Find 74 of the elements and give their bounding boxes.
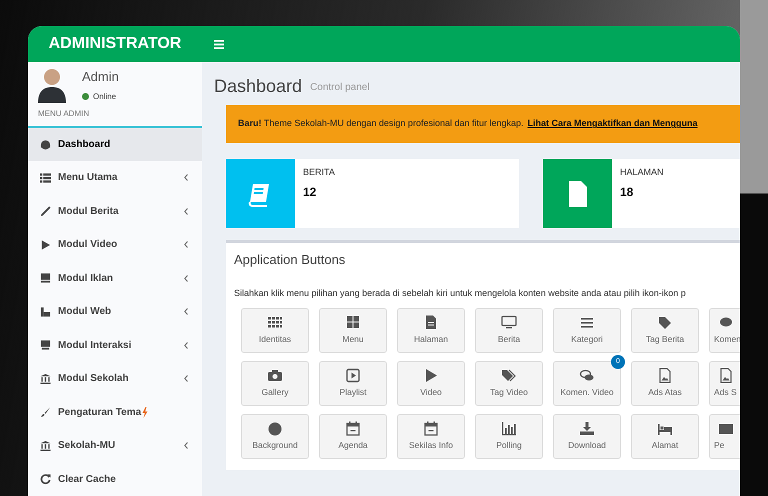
chevron-left-icon (184, 274, 188, 282)
panel-intro: Silahkan klik menu pilihan yang berada di sebelah kiri untuk mengelola konten website anda atau pilih ikon-ikon p (234, 286, 687, 300)
download-icon (579, 421, 595, 436)
chat-bubbles-icon (579, 368, 595, 384)
calendar-icon (345, 421, 361, 436)
app-button[interactable]: Alamat (631, 414, 699, 459)
chevron-left-icon (184, 241, 188, 248)
play-icon (423, 368, 439, 384)
app-button[interactable]: Tag Berita (631, 308, 699, 353)
app-button[interactable]: Berita (475, 308, 543, 353)
app-button[interactable]: Komen (709, 308, 740, 353)
app-button[interactable]: Sekilas Info (397, 414, 465, 459)
bank-icon (40, 372, 51, 385)
stat-label: HALAMAN (620, 166, 664, 179)
chevron-left-icon (184, 308, 188, 316)
stat-value: 12 (303, 184, 318, 200)
app-button[interactable]: Ads S (709, 361, 740, 406)
status-text: Online (93, 90, 116, 103)
app-button[interactable]: Kategori (553, 308, 621, 353)
refresh-icon (40, 473, 51, 486)
app-button[interactable]: Video (397, 361, 465, 406)
app-button[interactable]: Identitas (241, 308, 309, 353)
alert-text: Baru! Theme Sekolah-MU dengan design profesional dan fitur lengkap. (238, 117, 524, 130)
grid-icon (267, 315, 283, 330)
app-button[interactable]: Menu (319, 308, 387, 353)
app-button[interactable]: Download (553, 414, 621, 459)
brush-icon (40, 406, 51, 418)
chevron-left-icon (184, 342, 188, 349)
chevron-left-icon (184, 174, 188, 182)
chevron-left-icon (184, 375, 188, 382)
app-button[interactable]: Ads Atas (631, 361, 699, 406)
pencil-icon (40, 205, 51, 218)
circle-icon (267, 421, 283, 436)
app-button[interactable]: Pe (709, 414, 740, 459)
sidebar-item[interactable]: Dashboard (28, 128, 202, 161)
page-subtitle: Control panel (310, 81, 370, 95)
tiles-icon (345, 315, 361, 330)
list-icon (40, 172, 51, 184)
file-icon (423, 315, 439, 330)
app-button[interactable]: Gallery (241, 361, 309, 406)
bar-chart-icon (501, 421, 517, 436)
monitor-icon (40, 339, 51, 352)
menu-heading: MENU ADMIN (38, 108, 90, 120)
stat-label: BERITA (303, 166, 335, 179)
stat-value: 18 (620, 184, 634, 200)
monitor-icon (40, 272, 51, 284)
tags-icon (501, 368, 517, 384)
tag-icon (657, 315, 673, 330)
app-button[interactable]: Agenda (319, 414, 387, 459)
alert-link[interactable]: Lihat Cara Mengaktifkan dan Mengguna (528, 117, 698, 131)
menu-icon[interactable] (214, 40, 224, 48)
camera-icon (267, 368, 283, 384)
bank-icon (40, 440, 51, 452)
page-title: Dashboard (214, 77, 302, 95)
app-button[interactable]: Polling (475, 414, 543, 459)
panel-title: Application Buttons (234, 251, 346, 269)
chevron-left-icon (184, 442, 188, 450)
bed-icon (657, 421, 673, 436)
play-square-icon (345, 368, 361, 384)
app-button[interactable]: Playlist (319, 361, 387, 406)
chevron-left-icon (184, 208, 188, 215)
list-icon (579, 315, 595, 330)
monitor-icon (501, 315, 517, 330)
image-file-icon (657, 368, 673, 384)
user-name: Admin (82, 68, 119, 86)
app-button[interactable]: Tag Video (475, 361, 543, 406)
play-icon (40, 238, 51, 251)
image-file-icon (718, 368, 734, 384)
app-button[interactable]: Background (241, 414, 309, 459)
app-logo: ADMINISTRATOR (48, 34, 182, 54)
calendar-icon (423, 421, 439, 436)
app-button[interactable]: Halaman (397, 308, 465, 353)
avatar-icon (36, 67, 68, 104)
lightning-icon (142, 406, 148, 418)
